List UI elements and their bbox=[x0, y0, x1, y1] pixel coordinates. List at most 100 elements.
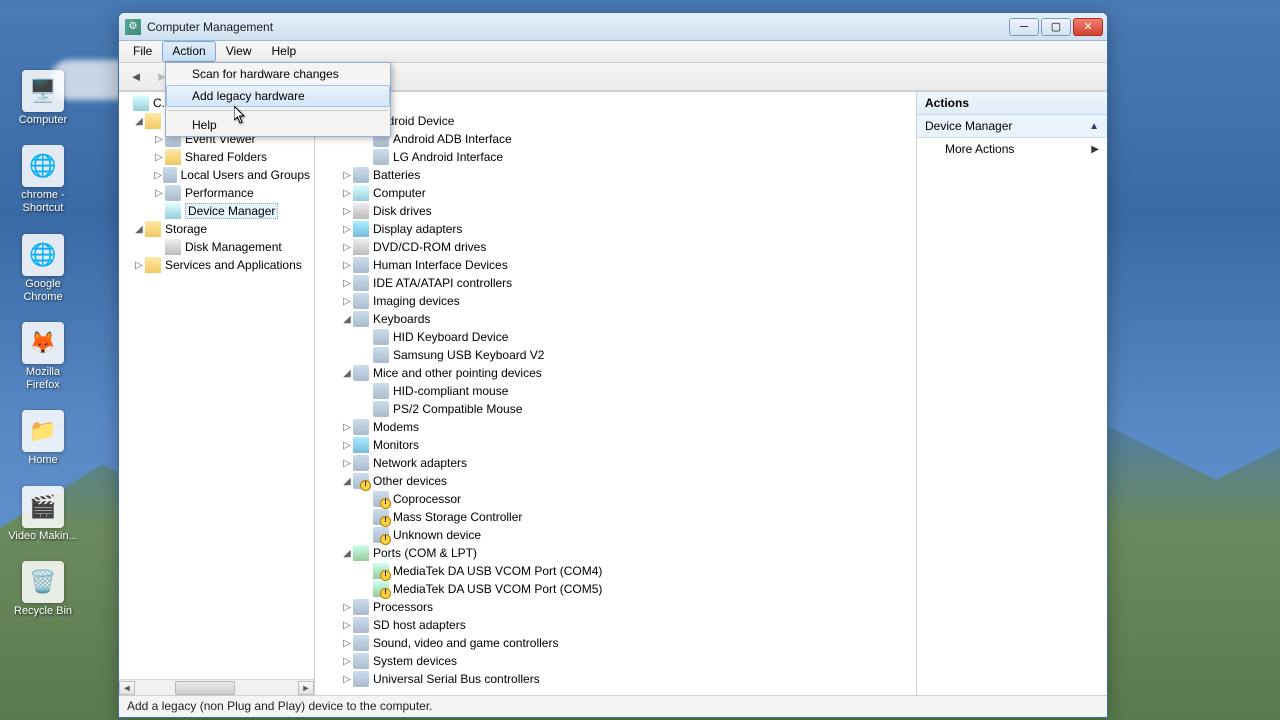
twist-icon[interactable]: ▷ bbox=[341, 620, 353, 631]
dev-coprocessor[interactable]: Coprocessor bbox=[393, 492, 461, 506]
twist-icon[interactable]: ▷ bbox=[341, 224, 353, 235]
other-devices-icon bbox=[353, 473, 369, 489]
dev-mediatek5[interactable]: MediaTek DA USB VCOM Port (COM5) bbox=[393, 582, 602, 596]
desktop-icon-computer[interactable]: 🖥️Computer bbox=[8, 70, 78, 127]
dev-computer[interactable]: Computer bbox=[373, 186, 426, 200]
twist-icon[interactable]: ▷ bbox=[153, 134, 165, 145]
desktop-icon-home[interactable]: 📁Home bbox=[8, 410, 78, 467]
dev-mice[interactable]: Mice and other pointing devices bbox=[373, 366, 542, 380]
scroll-left-button[interactable]: ◄ bbox=[119, 681, 135, 695]
dev-keyboards[interactable]: Keyboards bbox=[373, 312, 430, 326]
nav-disk-management[interactable]: Disk Management bbox=[185, 240, 282, 254]
twist-icon[interactable]: ▷ bbox=[341, 440, 353, 451]
dev-mass-storage[interactable]: Mass Storage Controller bbox=[393, 510, 522, 524]
actions-more-actions[interactable]: More Actions ▶ bbox=[917, 138, 1107, 160]
menu-help[interactable]: Help bbox=[262, 41, 307, 62]
dev-modems[interactable]: Modems bbox=[373, 420, 419, 434]
folder-icon bbox=[145, 113, 161, 129]
twist-icon[interactable]: ▷ bbox=[133, 260, 145, 271]
scroll-thumb[interactable] bbox=[175, 681, 235, 695]
dev-lg-android[interactable]: LG Android Interface bbox=[393, 150, 503, 164]
dev-ps2-mouse[interactable]: PS/2 Compatible Mouse bbox=[393, 402, 522, 416]
menu-scan-hardware[interactable]: Scan for hardware changes bbox=[166, 63, 390, 85]
dev-processors[interactable]: Processors bbox=[373, 600, 433, 614]
twist-icon[interactable]: ▷ bbox=[341, 170, 353, 181]
dev-hid-mouse[interactable]: HID-compliant mouse bbox=[393, 384, 508, 398]
back-button[interactable]: ◄ bbox=[125, 66, 147, 88]
app-icon: ⚙ bbox=[125, 19, 141, 35]
desktop-icon-video[interactable]: 🎬Video Makin... bbox=[8, 486, 78, 543]
storage-icon bbox=[145, 221, 161, 237]
dev-network[interactable]: Network adapters bbox=[373, 456, 467, 470]
keyboard-icon bbox=[373, 347, 389, 363]
twist-icon[interactable]: ▷ bbox=[341, 296, 353, 307]
nav-services-apps[interactable]: Services and Applications bbox=[165, 258, 302, 272]
twist-icon[interactable]: ▷ bbox=[341, 674, 353, 685]
titlebar[interactable]: ⚙ Computer Management ─ ▢ ✕ bbox=[119, 13, 1107, 41]
minimize-button[interactable]: ─ bbox=[1009, 18, 1039, 36]
dev-ports[interactable]: Ports (COM & LPT) bbox=[373, 546, 477, 560]
dev-batteries[interactable]: Batteries bbox=[373, 168, 420, 182]
dev-ide[interactable]: IDE ATA/ATAPI controllers bbox=[373, 276, 512, 290]
nav-local-users[interactable]: Local Users and Groups bbox=[181, 168, 310, 182]
dev-mediatek4[interactable]: MediaTek DA USB VCOM Port (COM4) bbox=[393, 564, 602, 578]
twist-icon[interactable]: ▷ bbox=[341, 206, 353, 217]
dev-monitors[interactable]: Monitors bbox=[373, 438, 419, 452]
twist-icon[interactable]: ◢ bbox=[341, 314, 353, 325]
menu-view[interactable]: View bbox=[216, 41, 262, 62]
twist-icon[interactable]: ▷ bbox=[341, 188, 353, 199]
dev-hid[interactable]: Human Interface Devices bbox=[373, 258, 508, 272]
twist-icon[interactable]: ▷ bbox=[341, 602, 353, 613]
dev-samsung-kb[interactable]: Samsung USB Keyboard V2 bbox=[393, 348, 544, 362]
twist-icon[interactable]: ▷ bbox=[341, 656, 353, 667]
menu-add-legacy-hardware[interactable]: Add legacy hardware bbox=[166, 85, 390, 107]
dev-disk-drives[interactable]: Disk drives bbox=[373, 204, 432, 218]
close-button[interactable]: ✕ bbox=[1073, 18, 1103, 36]
desktop-icons: 🖥️Computer 🌐chrome - Shortcut 🌐Google Ch… bbox=[8, 70, 78, 636]
twist-icon[interactable]: ▷ bbox=[341, 278, 353, 289]
twist-icon[interactable]: ◢ bbox=[341, 548, 353, 559]
twist-icon[interactable]: ▷ bbox=[341, 638, 353, 649]
twist-icon[interactable]: ▷ bbox=[153, 152, 165, 163]
twist-icon[interactable]: ▷ bbox=[341, 260, 353, 271]
dev-sound[interactable]: Sound, video and game controllers bbox=[373, 636, 558, 650]
dev-sd-host[interactable]: SD host adapters bbox=[373, 618, 466, 632]
dev-system-devices[interactable]: System devices bbox=[373, 654, 457, 668]
nav-device-manager[interactable]: Device Manager bbox=[185, 203, 278, 219]
hid-icon bbox=[353, 257, 369, 273]
desktop-icon-recycle[interactable]: 🗑️Recycle Bin bbox=[8, 561, 78, 618]
menu-action[interactable]: Action bbox=[162, 41, 215, 62]
nav-shared-folders[interactable]: Shared Folders bbox=[185, 150, 267, 164]
actions-device-manager[interactable]: Device Manager ▲ bbox=[917, 115, 1107, 138]
twist-icon[interactable]: ▷ bbox=[341, 242, 353, 253]
maximize-button[interactable]: ▢ bbox=[1041, 18, 1071, 36]
twist-icon[interactable]: ▷ bbox=[341, 422, 353, 433]
scroll-right-button[interactable]: ► bbox=[298, 681, 314, 695]
nav-performance[interactable]: Performance bbox=[185, 186, 254, 200]
actions-more-actions-label: More Actions bbox=[945, 142, 1014, 156]
twist-icon[interactable]: ◢ bbox=[133, 224, 145, 235]
menu-action-help[interactable]: Help bbox=[166, 114, 390, 136]
dev-usb[interactable]: Universal Serial Bus controllers bbox=[373, 672, 540, 686]
dev-imaging[interactable]: Imaging devices bbox=[373, 294, 460, 308]
dev-hid-keyboard[interactable]: HID Keyboard Device bbox=[393, 330, 508, 344]
nav-storage[interactable]: Storage bbox=[165, 222, 207, 236]
dev-android-adb[interactable]: Android ADB Interface bbox=[393, 132, 512, 146]
twist-icon[interactable]: ◢ bbox=[133, 116, 145, 127]
dev-unknown[interactable]: Unknown device bbox=[393, 528, 481, 542]
desktop-icon-firefox[interactable]: 🦊Mozilla Firefox bbox=[8, 322, 78, 392]
twist-icon[interactable]: ▷ bbox=[153, 188, 165, 199]
twist-icon[interactable]: ◢ bbox=[341, 368, 353, 379]
dev-dvd[interactable]: DVD/CD-ROM drives bbox=[373, 240, 486, 254]
usb-icon bbox=[353, 671, 369, 687]
menu-file[interactable]: File bbox=[123, 41, 162, 62]
horizontal-scrollbar[interactable]: ◄ ► bbox=[119, 679, 314, 695]
twist-icon[interactable]: ▷ bbox=[153, 170, 163, 181]
twist-icon[interactable]: ▷ bbox=[341, 458, 353, 469]
twist-icon[interactable]: ◢ bbox=[341, 476, 353, 487]
warning-device-icon bbox=[373, 491, 389, 507]
desktop-icon-google-chrome[interactable]: 🌐Google Chrome bbox=[8, 234, 78, 304]
dev-other[interactable]: Other devices bbox=[373, 474, 447, 488]
dev-display[interactable]: Display adapters bbox=[373, 222, 462, 236]
desktop-icon-chrome-shortcut[interactable]: 🌐chrome - Shortcut bbox=[8, 145, 78, 215]
